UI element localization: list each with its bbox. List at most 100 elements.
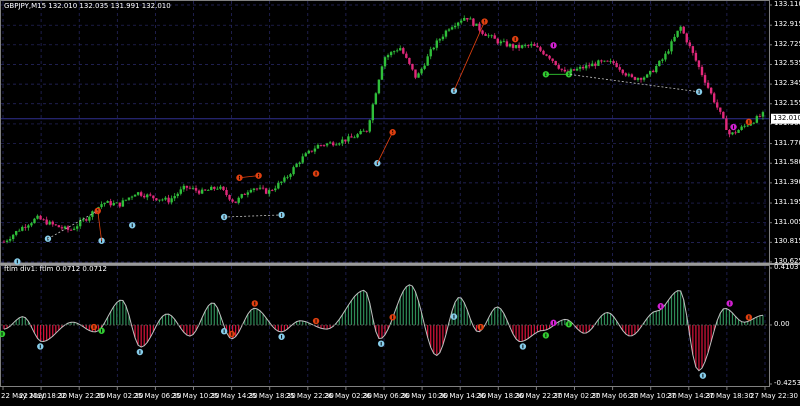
candle-body <box>331 142 335 146</box>
candle-body <box>694 52 698 61</box>
candle-body <box>289 174 292 177</box>
candle-body <box>709 87 713 94</box>
candle-body <box>30 223 33 226</box>
candle-body <box>316 144 320 149</box>
candle-body <box>133 194 137 197</box>
price-tick-label: 133.110 <box>774 0 800 8</box>
candle-body <box>322 145 326 146</box>
candle-body <box>420 68 423 74</box>
candle-body <box>450 27 454 30</box>
osc-tick-label: 0.00 <box>774 319 790 328</box>
candle-body <box>164 197 167 200</box>
candle-body <box>505 41 509 47</box>
candle-body <box>14 231 18 235</box>
candle-body <box>292 167 295 175</box>
candle-body <box>670 41 673 52</box>
candle-body <box>472 18 475 26</box>
price-tick-label: 132.535 <box>774 59 800 68</box>
candle-body <box>627 74 631 76</box>
candle-body <box>520 45 524 48</box>
candle-body <box>237 197 240 203</box>
price-tick-label: 132.915 <box>774 20 800 29</box>
candle-body <box>261 187 265 189</box>
candle-body <box>170 198 173 203</box>
candle-body <box>283 177 286 182</box>
price-tick-label: 132.155 <box>774 98 800 107</box>
candle-body <box>255 188 259 190</box>
candle-body <box>188 187 192 189</box>
candle-body <box>72 228 76 230</box>
candle-body <box>746 125 749 127</box>
candle-body <box>118 202 122 207</box>
candle-body <box>664 53 667 60</box>
candle-body <box>298 162 301 165</box>
candle-body <box>703 75 707 83</box>
candle-body <box>630 74 634 77</box>
candle-body <box>511 44 515 48</box>
candle-body <box>344 139 347 142</box>
candle-body <box>121 200 125 207</box>
candle-body <box>380 66 384 80</box>
candle-body <box>508 44 512 47</box>
candle-body <box>645 74 649 78</box>
candle-body <box>533 44 536 46</box>
price-tick-label: 131.195 <box>774 198 800 207</box>
candle-body <box>496 38 499 44</box>
candle-body <box>588 65 591 67</box>
candle-body <box>88 216 91 221</box>
candle-body <box>252 188 256 191</box>
candle-body <box>502 41 506 43</box>
candle-body <box>618 67 621 70</box>
candle-body <box>426 56 429 66</box>
candle-body <box>271 190 274 191</box>
candle-body <box>374 93 378 105</box>
candle-body <box>682 26 685 34</box>
candle-body <box>435 40 439 48</box>
candle-body <box>453 25 457 28</box>
candle-body <box>667 51 670 54</box>
candle-body <box>575 68 579 71</box>
price-tick-label: 131.005 <box>774 217 800 226</box>
candle-body <box>207 190 210 191</box>
candle-body <box>219 186 222 189</box>
candle-body <box>539 47 542 51</box>
candle-body <box>636 78 640 80</box>
candle-body <box>548 55 551 59</box>
candle-body <box>304 153 307 157</box>
candle-body <box>258 187 262 189</box>
candle-body <box>554 60 557 66</box>
candle-body <box>359 131 362 135</box>
candle-body <box>514 45 518 48</box>
candle-body <box>161 199 164 201</box>
divergence-line <box>97 210 102 241</box>
candle-body <box>761 112 765 117</box>
candle-body <box>79 220 82 227</box>
candle-body <box>456 22 460 26</box>
candle-body <box>210 186 213 191</box>
candle-body <box>584 65 588 69</box>
last-price-tag-label: 132.010 <box>773 113 800 122</box>
candle-body <box>691 46 695 53</box>
candle-body <box>103 202 106 205</box>
candle-body <box>432 47 435 50</box>
candle-body <box>356 134 359 138</box>
candle-body <box>490 35 493 37</box>
candle-body <box>197 190 201 194</box>
candle-body <box>328 142 332 144</box>
candle-body <box>581 67 585 69</box>
candle-body <box>185 185 189 188</box>
candle-body <box>353 137 356 139</box>
candle-body <box>438 39 442 41</box>
candle-body <box>642 77 646 80</box>
candle-body <box>200 189 204 194</box>
candle-body <box>712 93 716 103</box>
candle-body <box>176 193 179 197</box>
candle-body <box>295 164 298 168</box>
candle-body <box>386 55 390 58</box>
candle-body <box>11 234 15 240</box>
candle-body <box>307 150 310 154</box>
chart-canvas[interactable] <box>0 0 800 406</box>
candle-body <box>158 199 161 201</box>
candle-body <box>112 203 115 206</box>
candle-body <box>417 73 420 78</box>
